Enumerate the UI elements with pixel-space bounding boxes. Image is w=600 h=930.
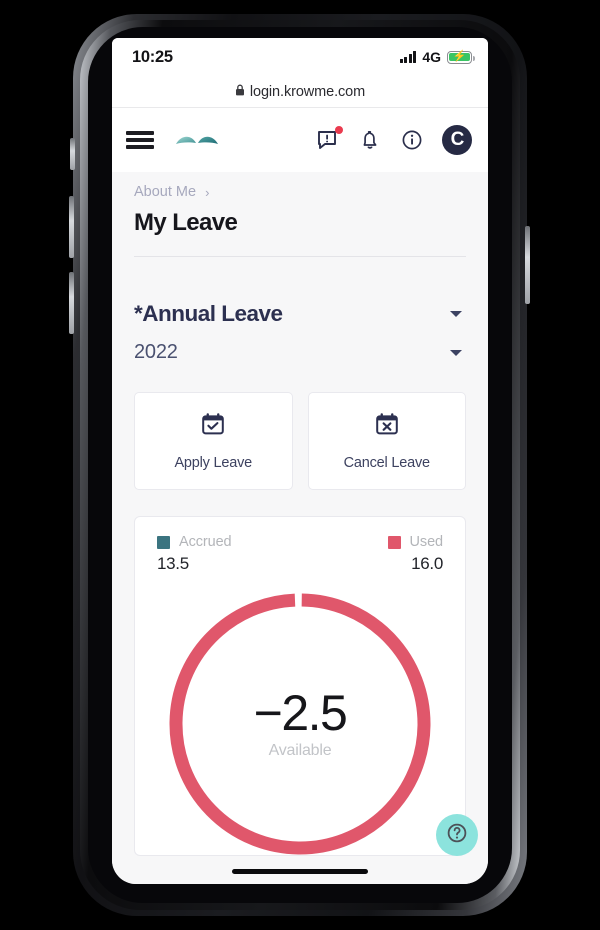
cancel-leave-label: Cancel Leave — [343, 455, 430, 471]
status-indicators: 4G ⚡ — [399, 49, 475, 65]
chart-legend: Accrued 13.5 Used 16.0 — [157, 534, 443, 574]
donut-center-text: −2.5 Available — [164, 588, 436, 855]
available-label: Available — [268, 742, 332, 759]
calendar-x-icon — [374, 411, 400, 442]
chevron-right-icon: › — [205, 184, 210, 200]
info-circle-icon[interactable] — [400, 128, 424, 152]
chevron-down-icon — [450, 349, 462, 356]
apply-leave-label: Apply Leave — [174, 455, 253, 471]
avatar-letter: C — [450, 129, 465, 150]
legend-label-accrued: Accrued — [179, 534, 232, 550]
apply-leave-button[interactable]: Apply Leave — [134, 392, 293, 490]
status-bar: 10:25 4G ⚡ — [112, 38, 488, 76]
app-header-icons: C — [316, 125, 472, 155]
screenshot-stage: 10:25 4G ⚡ login.krowme.com C About Me ›… — [0, 0, 600, 930]
status-clock: 10:25 — [132, 47, 173, 66]
network-type-label: 4G — [422, 49, 441, 65]
page-title: My Leave — [134, 209, 238, 236]
title-divider — [134, 256, 466, 257]
cancel-leave-button[interactable]: Cancel Leave — [307, 392, 466, 490]
battery-charging-icon: ⚡ — [447, 50, 475, 64]
legend-value-used: 16.0 — [411, 554, 443, 573]
app-header: C — [112, 108, 488, 172]
lock-icon — [235, 84, 245, 99]
chevron-down-icon — [450, 311, 462, 317]
legend-swatch-used — [387, 535, 401, 549]
url-text: login.krowme.com — [249, 83, 366, 100]
legend-value-accrued: 13.5 — [157, 554, 189, 573]
year-value: 2022 — [134, 341, 178, 363]
leave-balance-chart-card: Accrued 13.5 Used 16.0 −2.5 Available — [134, 516, 466, 856]
volume-up-button[interactable] — [69, 196, 74, 258]
krowme-wings-logo[interactable] — [174, 129, 220, 151]
signal-bars-icon — [399, 51, 417, 63]
user-avatar[interactable]: C — [442, 125, 472, 155]
breadcrumb-item-about-me[interactable]: About Me — [134, 184, 196, 200]
help-button[interactable] — [436, 814, 478, 856]
year-select[interactable]: 2022 — [134, 341, 466, 364]
feedback-message-icon[interactable] — [316, 126, 343, 152]
leave-type-value: *Annual Leave — [134, 301, 283, 326]
charging-bolt-glyph: ⚡ — [452, 50, 467, 63]
home-indicator — [232, 869, 368, 874]
legend-item-accrued: Accrued 13.5 — [157, 534, 232, 574]
available-value: −2.5 — [253, 685, 348, 741]
action-buttons-row: Apply Leave Cancel Leave — [134, 392, 466, 490]
volume-down-button[interactable] — [69, 272, 74, 334]
help-question-icon — [446, 822, 468, 849]
browser-url-bar[interactable]: login.krowme.com — [112, 76, 488, 108]
legend-label-used: Used — [409, 534, 444, 550]
page-content: About Me › My Leave *Annual Leave 2022 A… — [112, 172, 488, 884]
calendar-check-icon — [200, 411, 226, 442]
mute-switch-button[interactable] — [70, 138, 75, 170]
phone-screen: 10:25 4G ⚡ login.krowme.com C About Me ›… — [112, 38, 488, 884]
power-button[interactable] — [525, 226, 530, 304]
notification-bell-icon[interactable] — [358, 128, 382, 152]
breadcrumb[interactable]: About Me › — [112, 172, 488, 200]
leave-type-select[interactable]: *Annual Leave — [134, 301, 466, 327]
leave-donut-chart: −2.5 Available — [164, 588, 436, 855]
notification-badge-dot — [335, 126, 343, 134]
legend-swatch-accrued — [157, 535, 170, 549]
hamburger-menu-icon[interactable] — [126, 128, 154, 153]
legend-item-used: Used 16.0 — [387, 534, 444, 574]
